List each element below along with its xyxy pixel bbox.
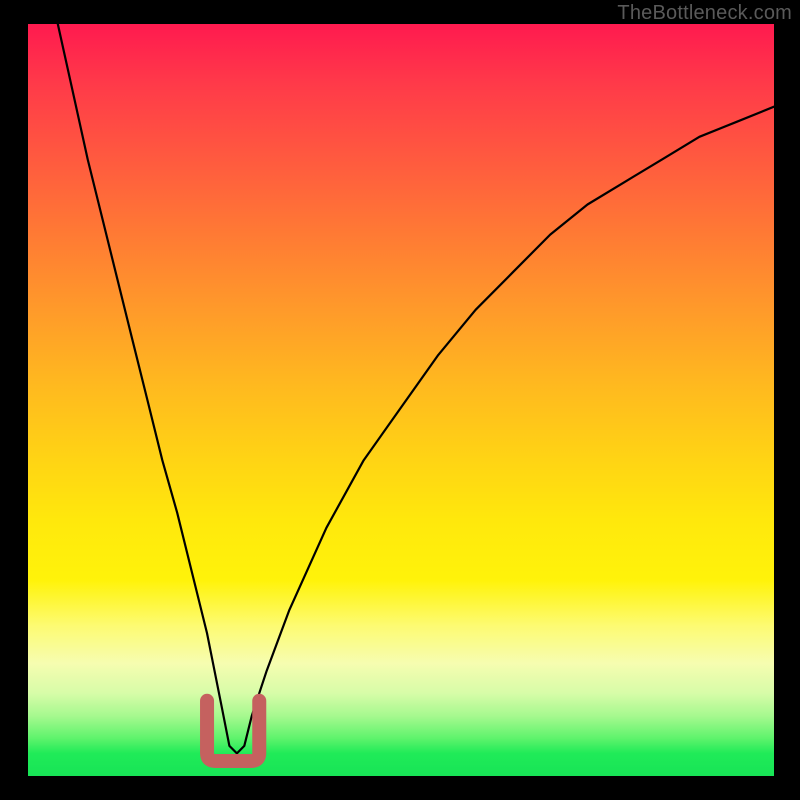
bottleneck-curve-path [58,24,774,753]
watermark-text: TheBottleneck.com [617,2,792,25]
curve-layer [28,24,774,776]
plot-area [28,24,774,776]
chart-frame: TheBottleneck.com [0,0,800,800]
highlight-marker-u [207,701,259,761]
